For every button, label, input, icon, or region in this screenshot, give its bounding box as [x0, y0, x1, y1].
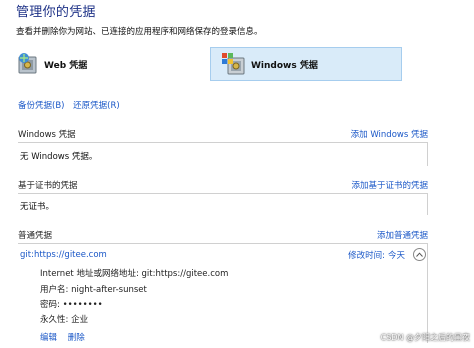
certificate-credentials-empty: 无证书。 — [20, 202, 55, 212]
add-generic-credential-link[interactable]: 添加普通凭据 — [377, 229, 428, 241]
edit-credential-link[interactable]: 编辑 — [40, 333, 57, 343]
divider — [18, 142, 428, 143]
delete-credential-link[interactable]: 删除 — [68, 333, 85, 343]
windows-credentials-heading: Windows 凭据 — [18, 130, 76, 140]
persistence-row: 永久性: 企业 — [40, 313, 88, 325]
credential-entry-header[interactable]: git:https://gitee.com 修改时间: 今天 — [20, 248, 426, 261]
backup-restore-links: 备份凭据(B) 还原凭据(R) — [18, 99, 126, 111]
address-label: Internet 地址或网络地址: — [40, 269, 139, 279]
persistence-value: 企业 — [71, 315, 89, 325]
web-credentials-label: Web 凭据 — [44, 60, 88, 71]
divider — [427, 243, 428, 343]
page-subtitle: 查看并删除你为网站、已连接的应用程序和网络保存的登录信息。 — [16, 27, 263, 37]
windows-credentials-label: Windows 凭据 — [251, 60, 318, 71]
certificate-credentials-section: 基于证书的凭据 添加基于证书的凭据 — [18, 179, 428, 191]
address-row: Internet 地址或网络地址: git:https://gitee.com — [40, 267, 228, 279]
password-value: •••••••• — [62, 300, 103, 310]
divider — [427, 142, 428, 166]
windows-credentials-tab[interactable]: Windows 凭据 — [210, 47, 402, 81]
username-row: 用户名: night-after-sunset — [40, 283, 147, 295]
divider — [427, 193, 428, 215]
username-label: 用户名: — [40, 285, 69, 295]
windows-credentials-section: Windows 凭据 添加 Windows 凭据 — [18, 128, 428, 140]
windows-vault-icon — [221, 52, 247, 76]
restore-credentials-link[interactable]: 还原凭据(R) — [73, 101, 120, 111]
add-certificate-credential-link[interactable]: 添加基于证书的凭据 — [351, 179, 428, 191]
watermark: CSDN @夕阳之后的黑夜 — [380, 333, 470, 342]
web-credentials-tab[interactable]: Web 凭据 — [16, 47, 186, 81]
modified-value: 今天 — [387, 250, 405, 261]
web-vault-icon — [16, 52, 42, 76]
password-label: 密码: — [40, 300, 60, 310]
divider — [18, 243, 428, 244]
collapse-chevron-icon[interactable] — [413, 248, 426, 261]
username-value: night-after-sunset — [71, 285, 147, 295]
generic-credentials-section: 普通凭据 添加普通凭据 — [18, 229, 428, 241]
divider — [18, 193, 428, 194]
password-row: 密码: •••••••• — [40, 298, 103, 310]
persistence-label: 永久性: — [40, 315, 69, 325]
generic-credentials-heading: 普通凭据 — [18, 231, 53, 241]
add-windows-credential-link[interactable]: 添加 Windows 凭据 — [351, 128, 428, 140]
modified-label: 修改时间: — [348, 250, 385, 261]
address-value: git:https://gitee.com — [141, 269, 229, 279]
backup-credentials-link[interactable]: 备份凭据(B) — [18, 101, 64, 111]
credential-actions: 编辑 删除 — [40, 331, 93, 343]
page-title: 管理你的凭据 — [16, 5, 96, 20]
certificate-credentials-heading: 基于证书的凭据 — [18, 181, 78, 191]
credential-name[interactable]: git:https://gitee.com — [20, 250, 107, 260]
windows-credentials-empty: 无 Windows 凭据。 — [20, 152, 98, 162]
